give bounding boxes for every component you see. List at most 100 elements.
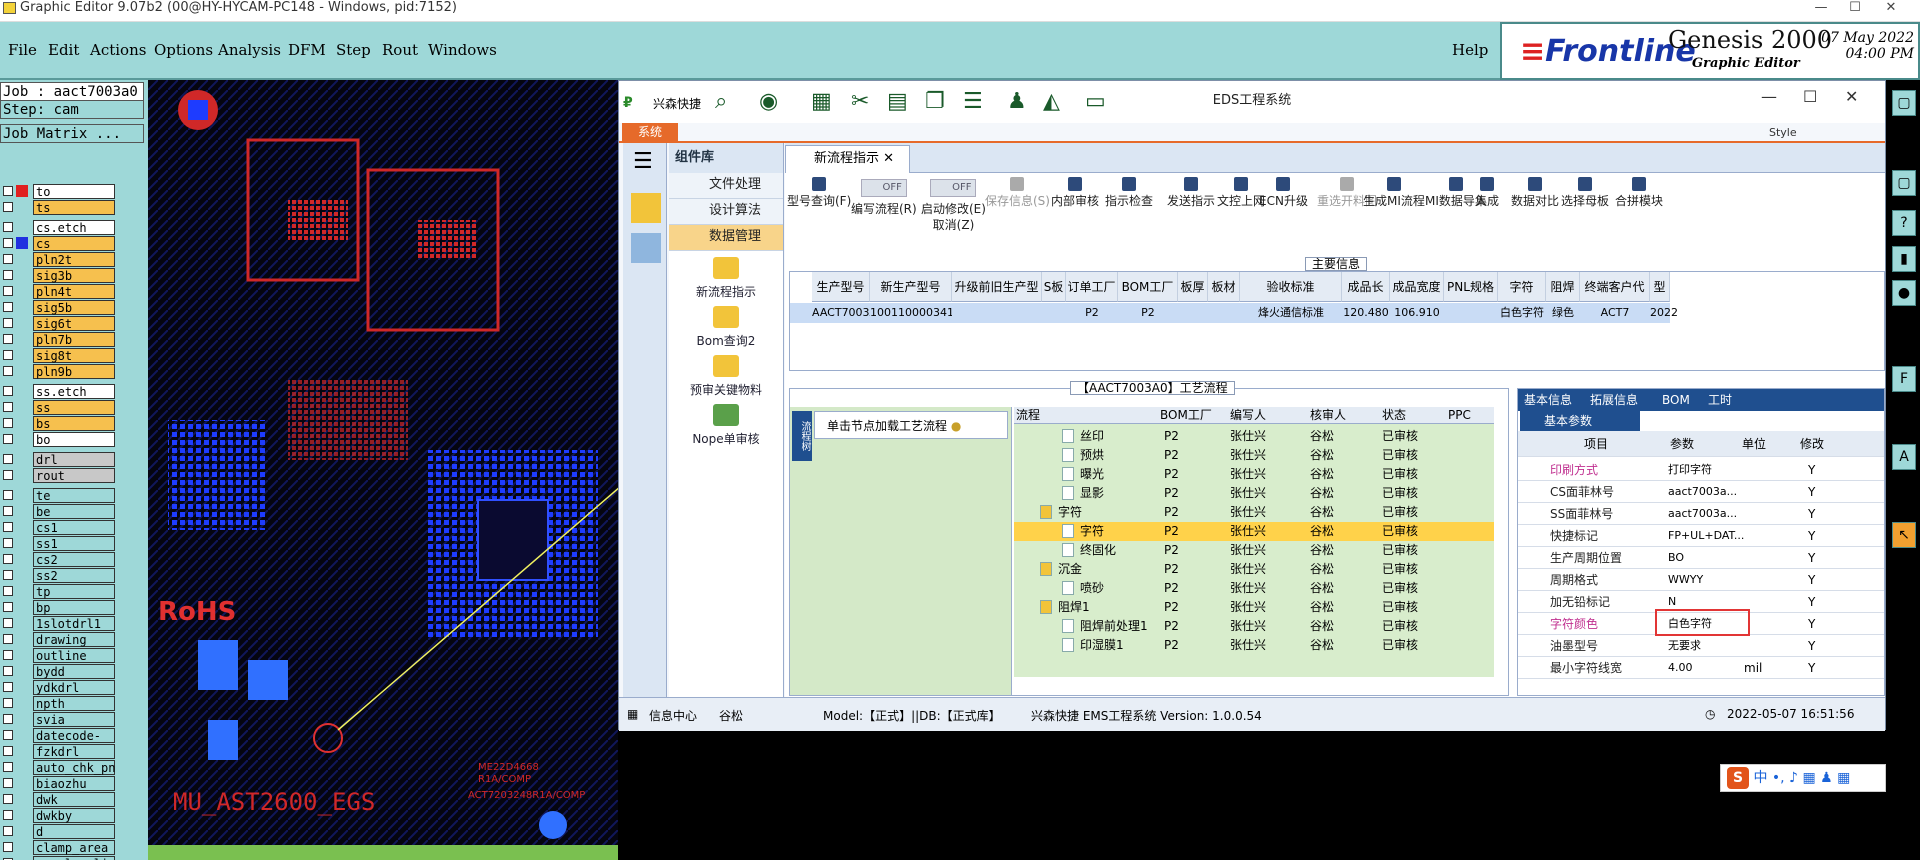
layer-name[interactable]: bp: [33, 600, 115, 615]
layer-name[interactable]: fzkdrl: [33, 744, 115, 759]
grid-header[interactable]: 成品宽度: [1390, 272, 1444, 302]
layer-row[interactable]: drl: [0, 452, 148, 467]
layer-name[interactable]: sig6t: [33, 316, 115, 331]
menu-step[interactable]: Step: [336, 41, 371, 59]
grid-cell[interactable]: 白色字符: [1498, 303, 1546, 323]
tool-13[interactable]: 数据对比: [1511, 177, 1559, 209]
prop-subtab[interactable]: 基本参数: [1520, 411, 1640, 431]
prop-tab[interactable]: 拓展信息: [1590, 389, 1638, 411]
grid-header[interactable]: 订单工厂: [1066, 272, 1118, 302]
flow-row[interactable]: 预烘 P2 张仕兴 谷松 已审核: [1014, 446, 1494, 465]
layer-name[interactable]: cs2: [33, 552, 115, 567]
menu-rout[interactable]: Rout: [382, 41, 418, 59]
layer-name[interactable]: bydd: [33, 664, 115, 679]
layer-checkbox[interactable]: [3, 730, 13, 740]
layer-checkbox[interactable]: [3, 454, 13, 464]
grid-header[interactable]: 型: [1650, 272, 1670, 302]
layer-checkbox[interactable]: [3, 682, 13, 692]
group-item-algo[interactable]: 设计算法: [669, 199, 783, 225]
grid-header[interactable]: 终端客户代码: [1580, 272, 1650, 324]
eds-maximize-button[interactable]: ☐: [1803, 87, 1817, 106]
grid-header[interactable]: S板: [1042, 272, 1066, 302]
grid-cell[interactable]: [1444, 303, 1498, 323]
layer-checkbox[interactable]: [3, 318, 13, 328]
prop-value[interactable]: BO: [1668, 547, 1684, 569]
menu-analysis[interactable]: Analysis: [218, 41, 281, 59]
flow-row[interactable]: 显影 P2 张仕兴 谷松 已审核: [1014, 484, 1494, 503]
layer-checkbox[interactable]: [3, 602, 13, 612]
layer-checkbox[interactable]: [3, 842, 13, 852]
grid-header[interactable]: 阻焊: [1546, 272, 1580, 302]
tab-new-flow[interactable]: 新流程指示 ✕: [785, 145, 910, 173]
flow-row[interactable]: 印湿膜1 P2 张仕兴 谷松 已审核: [1014, 636, 1494, 655]
layer-name[interactable]: ss1: [33, 536, 115, 551]
layer-name[interactable]: pln4t: [33, 284, 115, 299]
layer-row[interactable]: pln4t: [0, 284, 148, 299]
layer-row[interactable]: outline: [0, 648, 148, 663]
layer-row[interactable]: to: [0, 184, 148, 199]
layer-checkbox[interactable]: [3, 366, 13, 376]
grid-cell[interactable]: P2: [1066, 303, 1118, 323]
menu-options[interactable]: Options: [154, 41, 213, 59]
layer-name[interactable]: ss.etch: [33, 384, 115, 399]
menu-actions[interactable]: Actions: [90, 41, 146, 59]
layer-name[interactable]: ts: [33, 200, 115, 215]
prop-row[interactable]: SS面菲林号 aact7003a... Y: [1518, 503, 1884, 525]
grid-header[interactable]: 板厚: [1178, 272, 1208, 302]
layer-name[interactable]: svia: [33, 712, 115, 727]
flow-row[interactable]: 沉金 P2 张仕兴 谷松 已审核: [1014, 560, 1494, 579]
tool-5[interactable]: 指示检查: [1105, 177, 1153, 209]
layer-checkbox[interactable]: [3, 762, 13, 772]
tool-button-1[interactable]: ▢: [1892, 90, 1916, 116]
prop-value[interactable]: 打印字符: [1668, 459, 1712, 481]
layer-name[interactable]: ss2: [33, 568, 115, 583]
layer-row[interactable]: cs.etch: [0, 220, 148, 235]
flow-row[interactable]: 终固化 P2 张仕兴 谷松 已审核: [1014, 541, 1494, 560]
layer-row[interactable]: ss: [0, 400, 148, 415]
layer-name[interactable]: outline: [33, 648, 115, 663]
flow-tree-tab[interactable]: 流程树: [792, 411, 812, 461]
toggle-switch[interactable]: OFF: [930, 179, 977, 197]
layer-checkbox[interactable]: [3, 794, 13, 804]
layer-row[interactable]: bs: [0, 416, 148, 431]
grid-cell[interactable]: 10011000034119: [870, 303, 968, 323]
menu-icon[interactable]: ☰: [633, 149, 653, 174]
layer-row[interactable]: d: [0, 824, 148, 839]
grid-cell[interactable]: P2: [1118, 303, 1178, 323]
layer-checkbox[interactable]: [3, 554, 13, 564]
layer-row[interactable]: sig6t: [0, 316, 148, 331]
layer-row[interactable]: be: [0, 504, 148, 519]
layer-name[interactable]: dwkby: [33, 808, 115, 823]
menu-edit[interactable]: Edit: [48, 41, 79, 59]
layer-name[interactable]: sig8t: [33, 348, 115, 363]
layer-row[interactable]: ydkdrl: [0, 680, 148, 695]
layer-checkbox[interactable]: [3, 618, 13, 628]
calculator-icon[interactable]: [631, 233, 661, 263]
prop-row[interactable]: 印刷方式 打印字符 Y: [1518, 459, 1884, 481]
layer-row[interactable]: npth: [0, 696, 148, 711]
layer-checkbox[interactable]: [3, 522, 13, 532]
grid-header[interactable]: 字符: [1498, 272, 1546, 302]
layer-name[interactable]: ss: [33, 400, 115, 415]
layer-checkbox[interactable]: [3, 386, 13, 396]
layer-checkbox[interactable]: [3, 186, 13, 196]
prop-row[interactable]: 油墨型号 无要求 Y: [1518, 635, 1884, 657]
layer-name[interactable]: pln9b: [33, 364, 115, 379]
layer-name[interactable]: cs1: [33, 520, 115, 535]
layer-row[interactable]: cs1: [0, 520, 148, 535]
layer-row[interactable]: bo: [0, 432, 148, 447]
flow-hint-bubble[interactable]: 单击节点加载工艺流程 ●: [814, 411, 1008, 439]
grid-header[interactable]: 生产型号: [812, 272, 870, 302]
layer-checkbox[interactable]: [3, 666, 13, 676]
layer-checkbox[interactable]: [3, 270, 13, 280]
group-item-data[interactable]: 数据管理: [669, 225, 783, 251]
big-item-nope[interactable]: Nope单审核: [669, 404, 783, 447]
layer-name[interactable]: tp: [33, 584, 115, 599]
layer-name[interactable]: be: [33, 504, 115, 519]
prop-row[interactable]: 生产周期位置 BO Y: [1518, 547, 1884, 569]
prop-value[interactable]: aact7003a...: [1668, 503, 1737, 525]
grid-cell[interactable]: ACT7: [1580, 303, 1650, 323]
grid-cell[interactable]: 106.910: [1390, 303, 1444, 323]
layer-row[interactable]: auto_chk_pn: [0, 760, 148, 775]
grid-header[interactable]: 板材: [1208, 272, 1240, 302]
